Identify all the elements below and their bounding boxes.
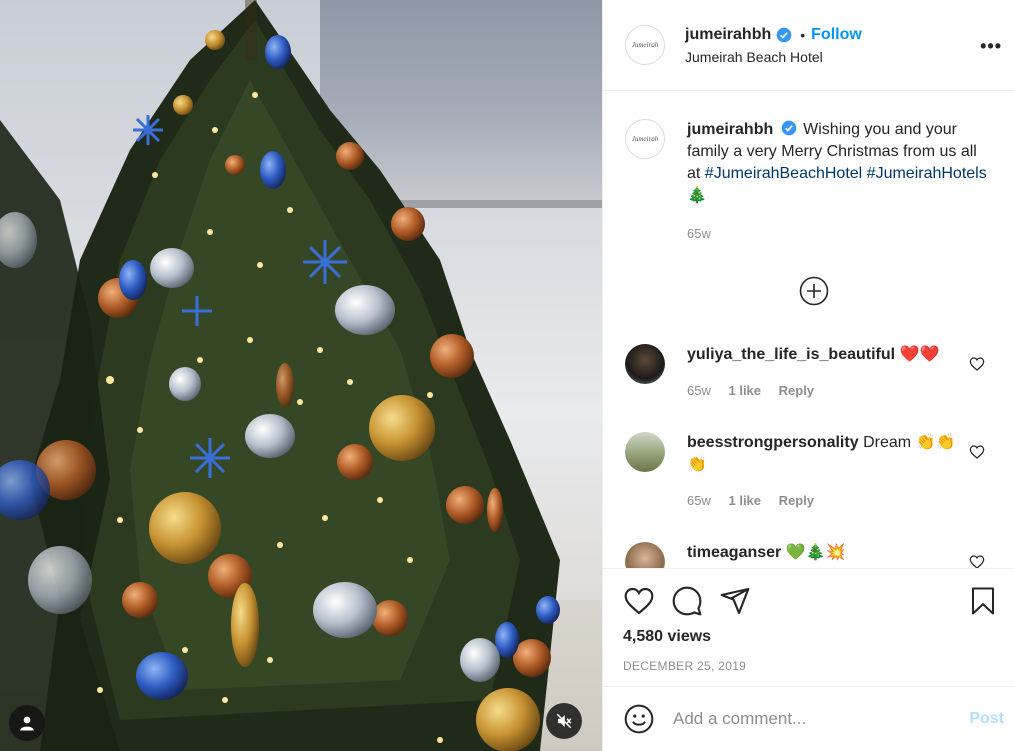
avatar-logo-text: Jumeirah xyxy=(631,41,659,49)
caption-timestamp[interactable]: 65w xyxy=(687,223,987,245)
comment-icon[interactable] xyxy=(671,585,703,617)
comment-username[interactable]: beesstrongpersonality xyxy=(687,434,859,451)
comment-item: yuliya_the_life_is_beautiful ❤️❤️ 65w 1 … xyxy=(625,344,1005,402)
header-username[interactable]: jumeirahbh xyxy=(685,26,771,44)
caption-avatar-logo-text: Jumeirah xyxy=(631,135,659,143)
comment-reply-button[interactable]: Reply xyxy=(779,493,814,508)
post-date[interactable]: DECEMBER 25, 2019 xyxy=(623,659,746,673)
commenter-avatar[interactable] xyxy=(625,344,665,384)
caption-emoji: 🎄 xyxy=(687,187,707,204)
comment-item: timeaganser 💚🎄💥 xyxy=(625,542,1005,568)
view-count[interactable]: 4,580 views xyxy=(623,628,711,646)
hashtag-link[interactable]: #JumeirahBeachHotel xyxy=(705,165,862,182)
caption-username[interactable]: jumeirahbh xyxy=(687,121,773,138)
location-link[interactable]: Jumeirah Beach Hotel xyxy=(685,49,862,65)
hashtag-link[interactable]: #JumeirahHotels xyxy=(867,165,987,182)
follow-button[interactable]: Follow xyxy=(811,26,862,44)
comment-like-heart-icon[interactable] xyxy=(969,356,985,372)
comment-likes[interactable]: 1 like xyxy=(728,493,761,508)
user-tag-icon xyxy=(20,716,34,731)
comment-text: ❤️❤️ xyxy=(899,346,940,363)
mute-button[interactable] xyxy=(546,703,582,739)
christmas-tree-image xyxy=(0,0,560,751)
caption-avatar[interactable]: Jumeirah xyxy=(625,119,665,159)
separator-dot: • xyxy=(800,26,806,43)
comment-time[interactable]: 65w xyxy=(687,493,711,508)
comments-list[interactable]: Jumeirah jumeirahbh Wishing you and your… xyxy=(603,92,1014,568)
post-media[interactable] xyxy=(0,0,602,751)
post-details-panel: Jumeirah jumeirahbh • Follow Jumeirah Be… xyxy=(602,0,1014,751)
comment-reply-button[interactable]: Reply xyxy=(779,383,814,398)
add-circle-icon[interactable] xyxy=(799,276,829,306)
verified-icon xyxy=(781,120,797,136)
share-icon[interactable] xyxy=(719,585,751,617)
add-comment-bar: Add a comment... Post xyxy=(603,686,1014,751)
comment-text: 💚🎄💥 xyxy=(785,544,846,561)
commenter-avatar[interactable] xyxy=(625,542,665,568)
comment-like-heart-icon[interactable] xyxy=(969,444,985,460)
comment-like-heart-icon[interactable] xyxy=(969,554,985,568)
post-header: Jumeirah jumeirahbh • Follow Jumeirah Be… xyxy=(603,0,1014,91)
more-options-icon[interactable]: ••• xyxy=(980,36,1002,57)
commenter-avatar[interactable] xyxy=(625,432,665,472)
heart-icon[interactable] xyxy=(623,585,655,617)
bookmark-icon[interactable] xyxy=(968,585,998,617)
comment-likes[interactable]: 1 like xyxy=(728,383,761,398)
emoji-icon[interactable] xyxy=(623,703,655,735)
user-tag-button[interactable] xyxy=(9,705,45,741)
verified-icon xyxy=(776,27,792,42)
mute-icon xyxy=(556,713,572,729)
comment-item: beesstrongpersonality Dream 👏👏👏 65w 1 li… xyxy=(625,432,1005,512)
profile-avatar[interactable]: Jumeirah xyxy=(625,25,665,65)
comment-time[interactable]: 65w xyxy=(687,383,711,398)
post-caption: Jumeirah jumeirahbh Wishing you and your… xyxy=(625,119,987,245)
comment-username[interactable]: yuliya_the_life_is_beautiful xyxy=(687,346,895,363)
post-actions: 4,580 views DECEMBER 25, 2019 xyxy=(603,568,1014,686)
comment-username[interactable]: timeaganser xyxy=(687,544,781,561)
post-comment-button[interactable]: Post xyxy=(969,710,1004,728)
comment-input[interactable]: Add a comment... xyxy=(673,709,969,729)
